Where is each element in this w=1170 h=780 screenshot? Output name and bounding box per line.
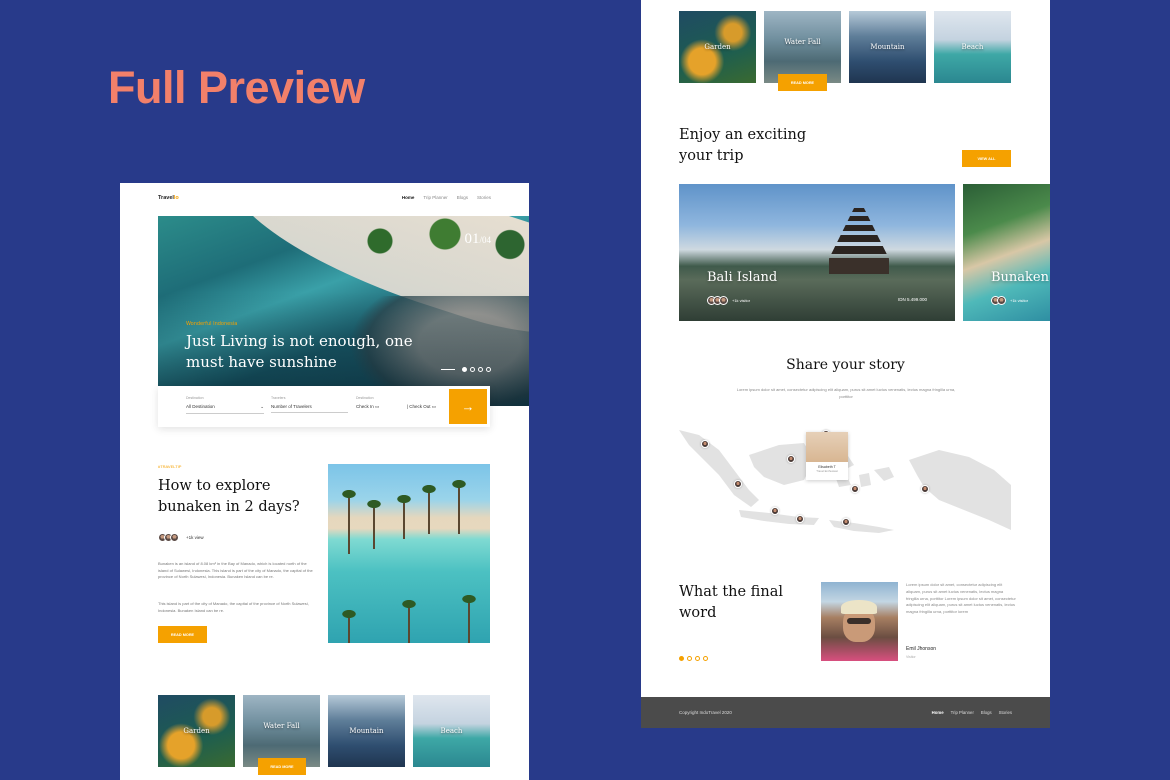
nav-blogs[interactable]: Blogs bbox=[457, 195, 468, 200]
left-page-preview: Travello Home Trip Planner Blogs Stories… bbox=[120, 183, 529, 780]
search-bar: Destination All Destination ⌄ Travelers N… bbox=[158, 386, 490, 427]
map-pin[interactable] bbox=[796, 515, 804, 523]
view-count: +1k view bbox=[186, 535, 204, 540]
slide-indicator bbox=[441, 367, 491, 372]
destination-field[interactable]: Destination All Destination ⌄ bbox=[186, 396, 264, 414]
destination-card-bunaken[interactable]: Bunaken +1k visitor bbox=[963, 184, 1050, 321]
thumb-beach[interactable]: Beach bbox=[934, 11, 1011, 83]
card-price: IDN 5.499.000 bbox=[897, 297, 927, 302]
travelers-field[interactable]: Travelers Number of Travelers bbox=[271, 396, 348, 413]
map-pin[interactable] bbox=[787, 455, 795, 463]
popup-image bbox=[806, 432, 848, 462]
avatar bbox=[719, 296, 728, 305]
right-page-preview: Garden Water Fall Mountain Beach READ MO… bbox=[641, 0, 1050, 728]
article-image bbox=[328, 464, 490, 643]
footer-link-home[interactable]: Home bbox=[932, 710, 944, 715]
hero-banner: 01/04 Wonderful Indonesia Just Living is… bbox=[158, 216, 529, 406]
map-pin[interactable] bbox=[701, 440, 709, 448]
calendar-icon: ▭ bbox=[431, 404, 436, 409]
destination-thumbnails: Garden Water Fall Mountain Beach bbox=[158, 695, 490, 767]
map-pin[interactable] bbox=[851, 485, 859, 493]
slide-dot-4[interactable] bbox=[486, 367, 491, 372]
viewer-avatars: +1k view bbox=[158, 533, 204, 542]
logo[interactable]: Travello bbox=[158, 195, 179, 201]
testimonial-dot-2[interactable] bbox=[687, 656, 692, 661]
arrow-right-icon: → bbox=[461, 399, 475, 414]
map-popup-card[interactable]: Elisabeth T Travel Enthusiast bbox=[806, 432, 848, 480]
hero-title: Just Living is not enough, one must have… bbox=[186, 332, 413, 371]
slide-dot-3[interactable] bbox=[478, 367, 483, 372]
testimonial-quote: Lorem ipsum dolor sit amet, consectetur … bbox=[906, 582, 1016, 615]
map-pin[interactable] bbox=[771, 507, 779, 515]
card-visitors: +1k visitor bbox=[707, 296, 750, 305]
footer-link-stories[interactable]: Stories bbox=[999, 710, 1012, 715]
nav-trip-planner[interactable]: Trip Planner bbox=[423, 195, 447, 200]
testimonial-dot-3[interactable] bbox=[695, 656, 700, 661]
story-title: Share your story bbox=[786, 357, 905, 373]
chevron-down-icon: ⌄ bbox=[260, 404, 264, 409]
testimonial-dot-1[interactable] bbox=[679, 656, 684, 661]
card-title: Bali Island bbox=[707, 270, 778, 285]
card-visitors: +1k visitor bbox=[991, 296, 1028, 305]
footer-link-trip-planner[interactable]: Trip Planner bbox=[951, 710, 974, 715]
calendar-icon: ▭ bbox=[375, 404, 380, 409]
footer: Copyright IndoTravel 2020 Home Trip Plan… bbox=[641, 697, 1050, 728]
nav-links: Home Trip Planner Blogs Stories bbox=[402, 195, 491, 200]
destination-card-bali[interactable]: Bali Island +1k visitor IDN 5.499.000 bbox=[679, 184, 955, 321]
article-paragraph-1: Bunaken is an island of 8.08 km² in the … bbox=[158, 561, 313, 579]
article-paragraph-2: This island is part of the city of Manad… bbox=[158, 601, 309, 613]
trip-section-title: Enjoy an exciting your trip bbox=[679, 127, 807, 164]
story-subtitle: Lorem ipsum dolor sit amet, consectetur … bbox=[736, 387, 956, 399]
thumb-garden[interactable]: Garden bbox=[679, 11, 756, 83]
slide-dot-2[interactable] bbox=[470, 367, 475, 372]
page-heading: Full Preview bbox=[108, 62, 365, 113]
testimonial-title: What the final word bbox=[679, 584, 783, 621]
testimonial-name: Emil Jhonson bbox=[906, 646, 937, 652]
testimonial-role: Visitor bbox=[906, 655, 916, 659]
testimonial-indicator bbox=[679, 656, 708, 661]
map-pin[interactable] bbox=[734, 480, 742, 488]
avatar bbox=[997, 296, 1006, 305]
thumb-mountain[interactable]: Mountain bbox=[328, 695, 405, 767]
copyright: Copyright IndoTravel 2020 bbox=[679, 710, 732, 715]
checkout-input[interactable]: | Check Out ▭ bbox=[407, 404, 436, 410]
article-tag: #TRAVELTIP bbox=[158, 464, 182, 469]
nav-home[interactable]: Home bbox=[402, 195, 415, 200]
temple-image bbox=[829, 204, 889, 274]
nav-stories[interactable]: Stories bbox=[477, 195, 491, 200]
hero-tagline: Wonderful Indonesia bbox=[186, 321, 238, 327]
map-pin[interactable] bbox=[921, 485, 929, 493]
testimonial-dot-4[interactable] bbox=[703, 656, 708, 661]
thumb-waterfall[interactable]: Water Fall bbox=[243, 695, 320, 767]
search-go-button[interactable]: → bbox=[449, 389, 487, 424]
article-title: How to explore bunaken in 2 days? bbox=[158, 478, 300, 515]
checkin-input[interactable]: Check In ▭ bbox=[356, 404, 379, 410]
avatar bbox=[170, 533, 179, 542]
footer-link-blogs[interactable]: Blogs bbox=[981, 710, 992, 715]
map-pin[interactable] bbox=[842, 518, 850, 526]
thumb-beach[interactable]: Beach bbox=[413, 695, 490, 767]
footer-links: Home Trip Planner Blogs Stories bbox=[932, 710, 1012, 715]
thumb-read-more-button[interactable]: READ MORE bbox=[258, 758, 306, 775]
slide-counter: 01/04 bbox=[464, 231, 491, 247]
thumb-read-more-button[interactable]: READ MORE bbox=[778, 74, 827, 91]
thumb-mountain[interactable]: Mountain bbox=[849, 11, 926, 83]
card-title: Bunaken bbox=[991, 270, 1049, 285]
testimonial-photo bbox=[821, 582, 898, 661]
read-more-button[interactable]: READ MORE bbox=[158, 626, 207, 643]
destination-thumbnails: Garden Water Fall Mountain Beach bbox=[679, 11, 1011, 83]
date-field[interactable]: Destination Check In ▭ | Check Out ▭ bbox=[356, 396, 436, 413]
top-navbar: Travello Home Trip Planner Blogs Stories bbox=[158, 195, 491, 205]
view-all-button[interactable]: VIEW ALL bbox=[962, 150, 1011, 167]
indonesia-map[interactable]: Elisabeth T Travel Enthusiast bbox=[679, 415, 1011, 545]
slide-dot-1[interactable] bbox=[462, 367, 467, 372]
thumb-garden[interactable]: Garden bbox=[158, 695, 235, 767]
thumb-waterfall[interactable]: Water Fall bbox=[764, 11, 841, 83]
